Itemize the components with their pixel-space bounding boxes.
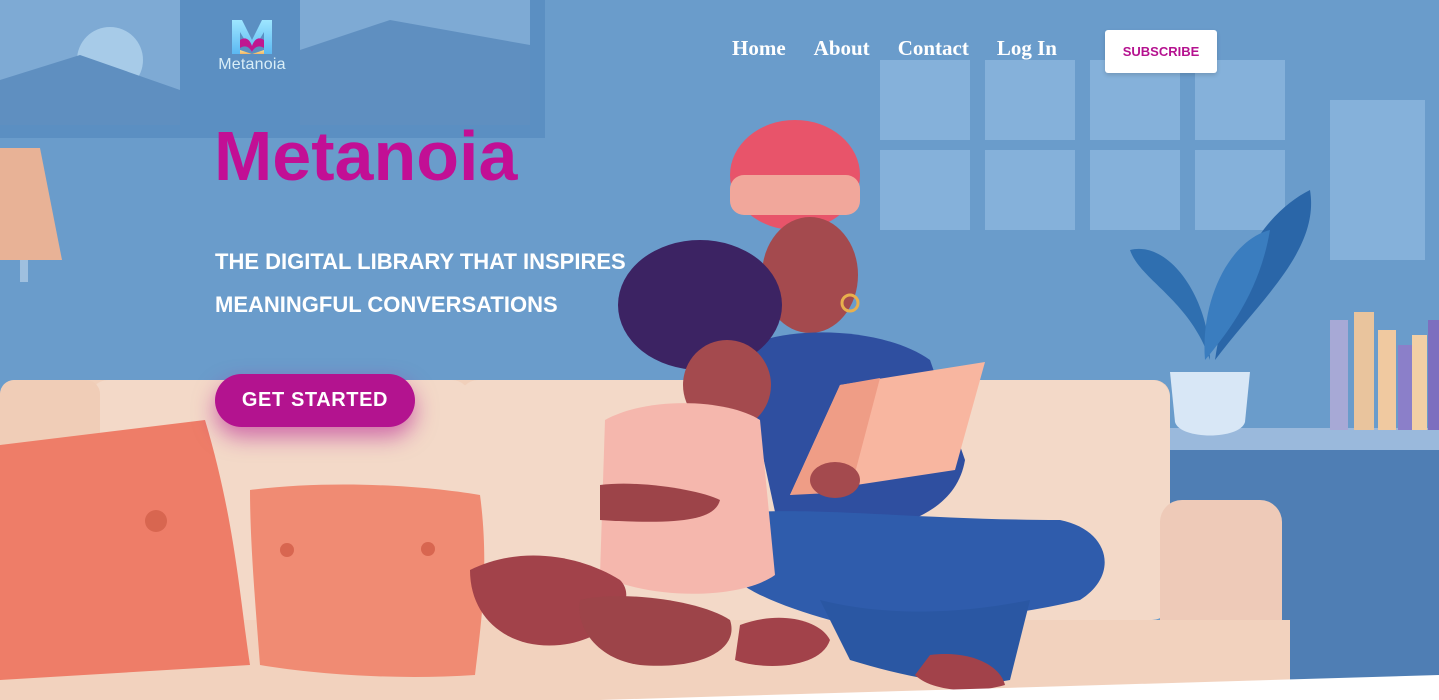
nav-link-login[interactable]: Log In [997,36,1057,61]
brand-logo[interactable]: Metanoia [214,18,290,74]
subscribe-button[interactable]: SUBSCRIBE [1105,30,1217,73]
hero-subtitle: THE DIGITAL LIBRARY THAT INSPIRES MEANIN… [215,249,626,317]
hero-section: Metanoia Home About Contact Log In SUBSC… [0,0,1439,700]
nav-link-about[interactable]: About [814,36,870,61]
get-started-button[interactable]: GET STARTED [215,374,415,427]
hero-illustration [0,0,1439,700]
nav-link-contact[interactable]: Contact [898,36,969,61]
main-nav: Home About Contact Log In [732,36,1057,61]
logo-text: Metanoia [218,56,286,73]
nav-link-home[interactable]: Home [732,36,786,61]
book-m-logo-icon [232,20,272,54]
hero-title: Metanoia [214,117,518,195]
